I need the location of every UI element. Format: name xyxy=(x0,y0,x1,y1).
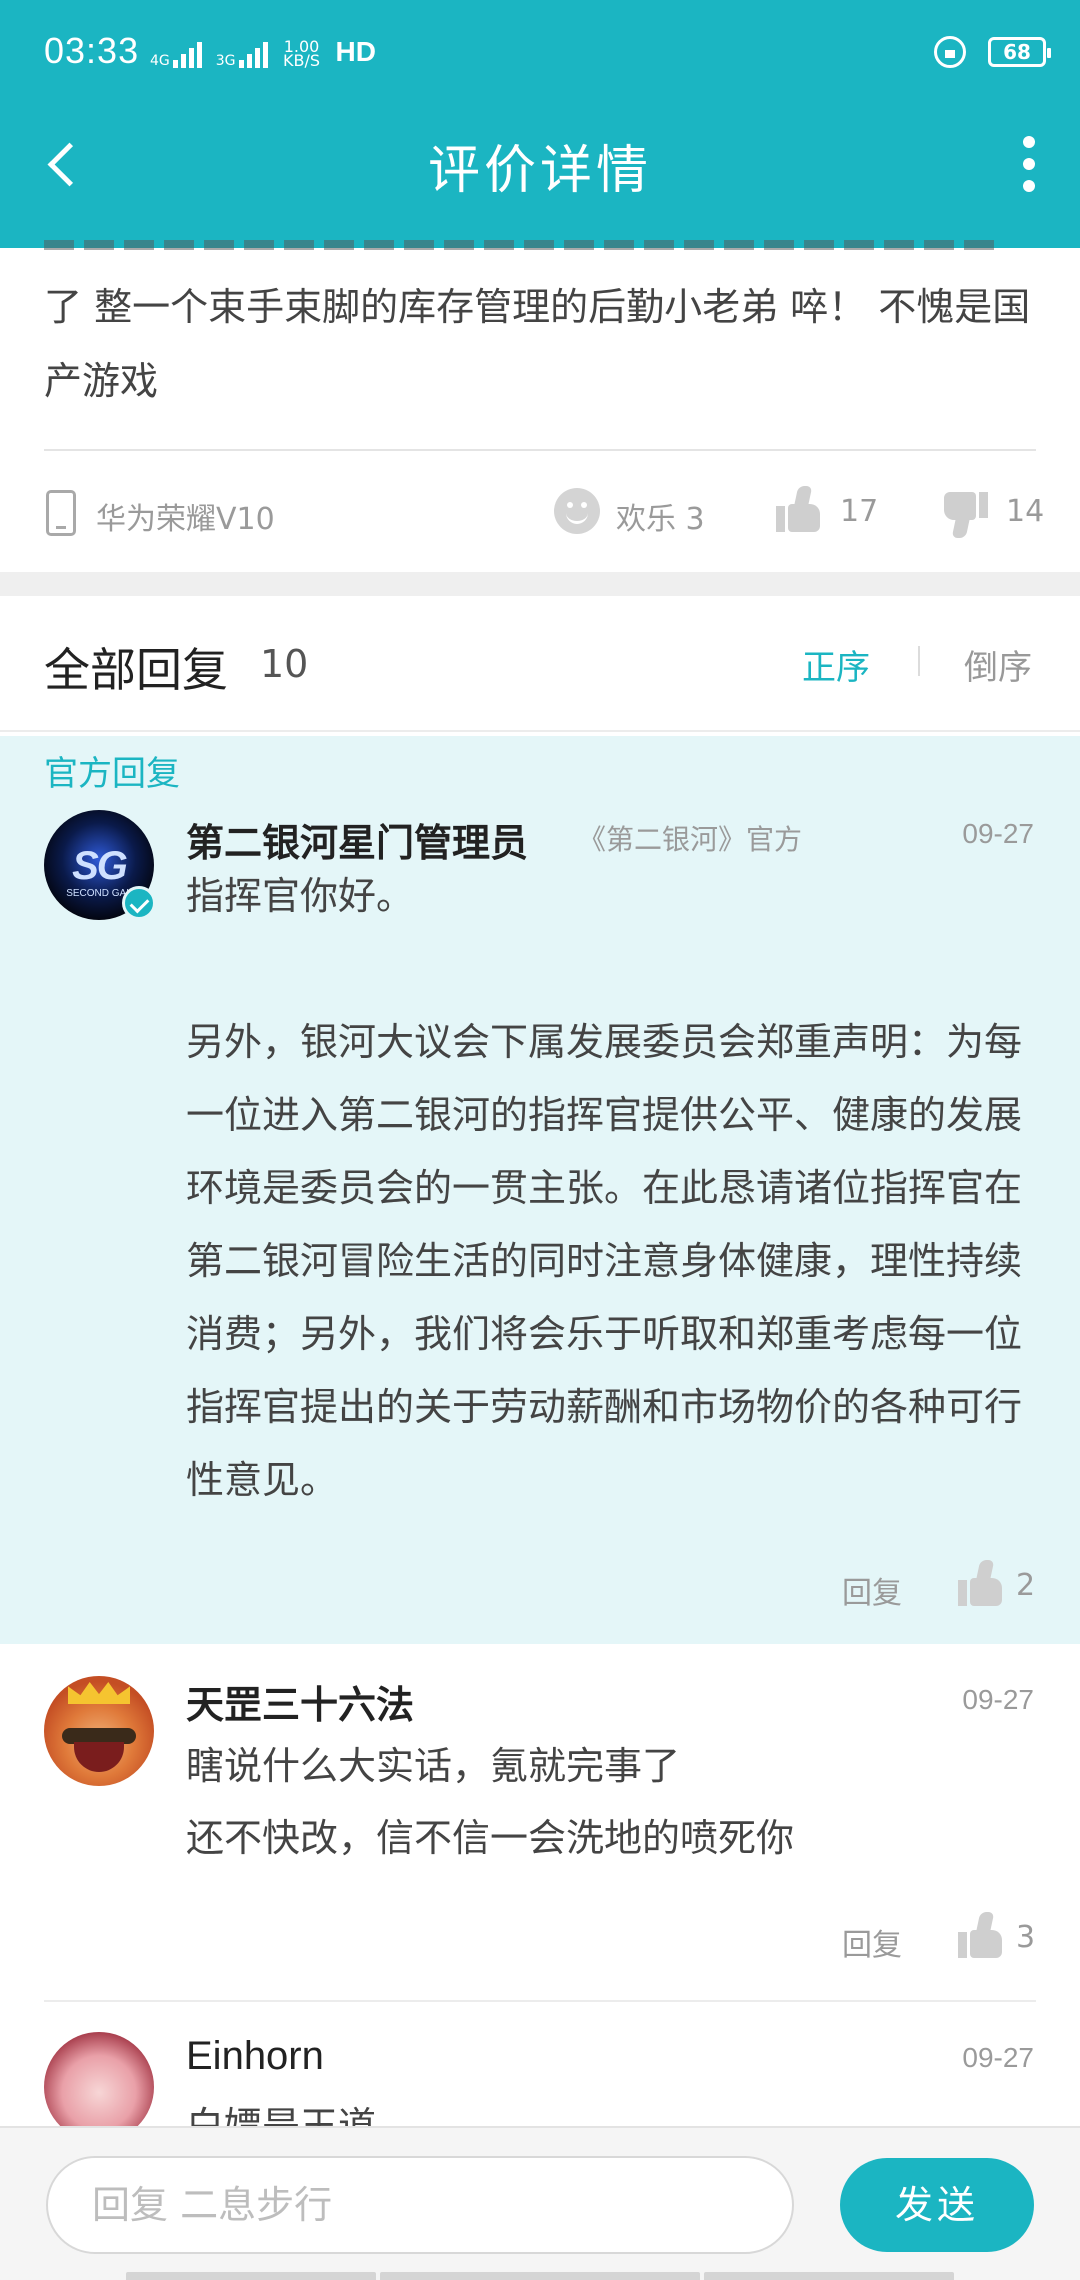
sort-ascending-button[interactable]: 正序 xyxy=(802,640,870,689)
reply-paragraph: 另外，银河大议会下属发展委员会郑重声明：为每一位进入第二银河的指挥官提供公平、健… xyxy=(186,1020,1023,1502)
reply-date: 09-27 xyxy=(962,1684,1034,1715)
divider xyxy=(44,449,1036,451)
section-gap xyxy=(0,572,1080,596)
nav-hint-bar xyxy=(380,2272,700,2280)
smile-icon[interactable] xyxy=(554,488,600,534)
status-right: 68 xyxy=(934,36,1051,68)
send-button[interactable]: 发送 xyxy=(840,2158,1034,2252)
thumbs-up-icon[interactable] xyxy=(958,1912,1004,1958)
replies-title: 全部回复 xyxy=(44,643,228,697)
thumbs-down-icon[interactable] xyxy=(942,492,988,538)
sort-descending-button[interactable]: 倒序 xyxy=(964,640,1032,689)
reply-line: 还不快改，信不信一会洗地的喷死你 xyxy=(186,1816,795,1860)
net-speed: 1.00 KB/S xyxy=(283,37,321,70)
official-reply-tag: 官方回复 xyxy=(44,754,180,794)
logo-text: SG xyxy=(72,844,128,888)
battery-icon: 68 xyxy=(988,37,1051,67)
network-3g-label: 3G xyxy=(215,53,236,69)
reply-like-count: 2 xyxy=(1016,1568,1036,1603)
signal-4g-icon: 4G xyxy=(150,42,202,68)
reply-button[interactable]: 回复 xyxy=(842,1920,902,1964)
crown-icon xyxy=(68,1682,130,1704)
reply-button[interactable]: 回复 xyxy=(842,1568,902,1612)
signal-indicators: 4G 3G 1.00 KB/S HD xyxy=(150,36,376,70)
status-bar: 03:33 4G 3G 1.00 KB/S HD 68 xyxy=(0,0,1080,110)
hd-voice-icon: HD xyxy=(335,36,376,67)
author-subtitle: 《第二银河》官方 xyxy=(578,823,803,856)
nav-hint-bar xyxy=(704,2272,954,2280)
like-count: 17 xyxy=(840,494,879,529)
reply-date: 09-27 xyxy=(962,818,1034,849)
dislike-count: 14 xyxy=(1006,494,1045,529)
signal-3g-icon: 3G xyxy=(216,42,268,68)
more-options-icon[interactable] xyxy=(1018,136,1040,192)
mouth-shape xyxy=(74,1742,124,1772)
review-text: 了 整一个束手束脚的库存管理的后勤小老弟 啐！ 不愧是国产游戏 xyxy=(44,285,1031,403)
reply-input[interactable]: 回复 二息步行 xyxy=(46,2156,794,2254)
nav-hint-bar xyxy=(126,2272,376,2280)
thumbs-up-icon[interactable] xyxy=(776,486,822,532)
official-reply: 官方回复 SG SECOND GAL 第二银河星门管理员 《第二银河》官方 09… xyxy=(0,736,1080,1644)
device-name: 华为荣耀V10 xyxy=(96,502,275,537)
reply-like-count: 3 xyxy=(1016,1920,1036,1955)
app-header: 03:33 4G 3G 1.00 KB/S HD 68 评价详情 xyxy=(0,0,1080,248)
reply-line: 瞎说什么大实话，氪就完事了 xyxy=(186,1744,681,1788)
review-meta: 华为荣耀V10 欢乐 3 17 14 xyxy=(44,486,1044,538)
avatar[interactable] xyxy=(44,1676,154,1786)
author-name[interactable]: 天罡三十六法 xyxy=(186,1674,414,1729)
author-name[interactable]: 第二银河星门管理员 xyxy=(186,812,528,867)
status-time: 03:33 xyxy=(44,30,140,71)
phone-icon xyxy=(46,490,76,536)
reply-bar: 回复 二息步行 发送 xyxy=(0,2126,1080,2280)
verified-badge-icon xyxy=(122,886,156,920)
divider xyxy=(44,2000,1036,2002)
replies-count: 10 xyxy=(260,642,309,686)
reply-date: 09-27 xyxy=(962,2042,1034,2073)
sort-separator xyxy=(918,646,920,676)
network-4g-label: 4G xyxy=(150,53,170,69)
page-title: 评价详情 xyxy=(427,141,652,201)
thumbs-up-icon[interactable] xyxy=(958,1560,1004,1606)
rotation-lock-icon xyxy=(934,36,966,68)
reply-paragraph: 指挥官你好。 xyxy=(186,874,415,918)
replies-header: 全部回复 10 正序 倒序 xyxy=(0,596,1080,732)
mood-count[interactable]: 欢乐 3 xyxy=(616,494,705,538)
author-name[interactable]: Einhorn xyxy=(186,2034,324,2079)
review-text-clipped xyxy=(44,212,1034,252)
